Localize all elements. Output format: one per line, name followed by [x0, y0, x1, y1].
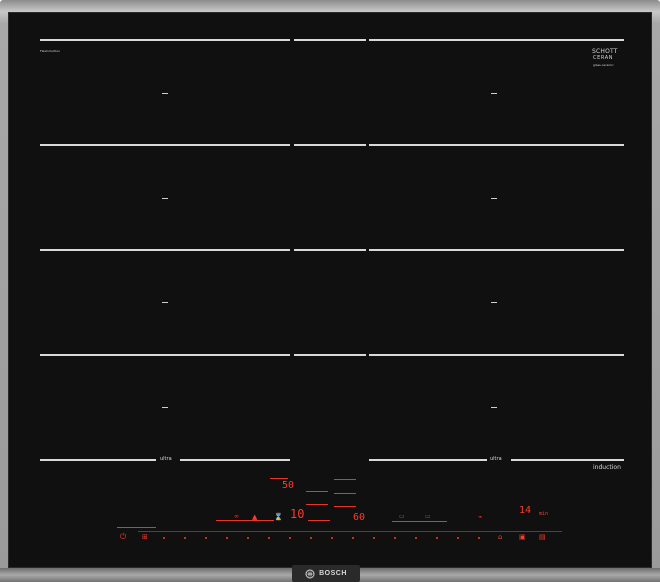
control-row-line-center: [308, 520, 330, 521]
slider-step[interactable]: [226, 537, 228, 539]
power-button[interactable]: ⏻: [120, 533, 126, 541]
ceran-brand-label: CERAN: [593, 55, 614, 61]
zone-icon-6[interactable]: ▭: [399, 513, 405, 521]
slider-step[interactable]: [331, 537, 333, 539]
slider-step[interactable]: [205, 537, 207, 539]
zone-line-center-3: [294, 249, 366, 251]
slider-rail-left[interactable]: [117, 527, 156, 528]
slider-step[interactable]: [268, 537, 270, 539]
slider-step[interactable]: [247, 537, 249, 539]
zone-mark-right-4: [491, 407, 497, 408]
zone-icon-2[interactable]: ⌁: [478, 513, 482, 521]
control-indicator-line-2: [334, 479, 356, 480]
slider-step[interactable]: [436, 537, 438, 539]
control-row-line-left: [216, 520, 274, 521]
lock-icon: ▣: [519, 533, 526, 541]
zone-mark-left-3: [162, 302, 168, 303]
zone-line-left-2: [40, 144, 290, 146]
power-icon: ⏻: [120, 532, 127, 541]
secondary-level-display: 60: [353, 512, 366, 523]
zone-line-left-5a: [40, 459, 156, 461]
child-lock-button[interactable]: ▣: [519, 533, 526, 541]
bosch-wordmark: BOSCH: [319, 570, 347, 577]
zone-mark-right-3: [491, 302, 497, 303]
control-indicator-line-3: [306, 491, 328, 492]
control-indicator-line-1: [270, 478, 288, 479]
zone-mark-left-2: [162, 198, 168, 199]
zone-line-left-3: [40, 249, 290, 251]
zone-line-right-4: [369, 354, 624, 356]
power-level-display: 10: [290, 507, 305, 521]
glass-ceramic-label: glass-ceramic: [593, 63, 614, 67]
slider-step[interactable]: [415, 537, 417, 539]
zone-line-right-3: [369, 249, 624, 251]
slider-step[interactable]: [478, 537, 480, 539]
zone-icon-4[interactable]: ⌛: [274, 513, 283, 521]
slider-step[interactable]: [394, 537, 396, 539]
zone-icon-5[interactable]: ∞: [234, 513, 239, 521]
control-indicator-line-4: [334, 493, 356, 494]
ceramic-glass-surface: FlexInduction SCHOTT CERAN glass-ceramic…: [8, 12, 652, 568]
zone-line-right-1: [369, 39, 624, 41]
zone-line-center-1: [294, 39, 366, 41]
zone-mark-right-2: [491, 198, 497, 199]
flexinduction-label: FlexInduction: [40, 49, 61, 53]
control-row-line-right: [392, 521, 447, 522]
right-timer-display: 14: [519, 505, 532, 516]
zone-line-right-5a: [369, 459, 487, 461]
timer-top-display: 50: [282, 480, 295, 491]
timer-button[interactable]: ⌂: [498, 533, 502, 541]
zone-line-left-1: [40, 39, 290, 41]
zone-line-center-4: [294, 354, 366, 356]
zone-badge-left: ultra: [160, 456, 172, 462]
slider-step[interactable]: [352, 537, 354, 539]
zone-line-left-4: [40, 354, 290, 356]
zone-line-left-5b: [180, 459, 290, 461]
control-indicator-line-6: [334, 506, 356, 507]
zone-line-center-2: [294, 144, 366, 146]
zone-icon-1[interactable]: ▭: [425, 513, 431, 521]
zone-badge-right: ultra: [490, 456, 502, 462]
zone-mark-right-1: [491, 93, 497, 94]
wipe-protect-button[interactable]: ▤: [539, 533, 546, 541]
schott-brand-label: SCHOTT: [592, 48, 618, 55]
slider-step[interactable]: [310, 537, 312, 539]
zone-line-right-5b: [511, 459, 624, 461]
slider-step[interactable]: [457, 537, 459, 539]
slider-step[interactable]: [289, 537, 291, 539]
slider-step[interactable]: [163, 537, 165, 539]
zone-icon-3[interactable]: ▲: [252, 513, 257, 521]
induction-label: induction: [593, 464, 621, 471]
control-indicator-line-5: [306, 504, 328, 505]
slider-step[interactable]: [184, 537, 186, 539]
zone-mark-left-4: [162, 407, 168, 408]
right-timer-unit: min: [539, 511, 549, 517]
slider-rail-main[interactable]: [138, 531, 562, 532]
slider-step[interactable]: [373, 537, 375, 539]
zone-mark-left-1: [162, 93, 168, 94]
zone-line-right-2: [369, 144, 624, 146]
bosch-logo-icon: [305, 569, 315, 578]
bosch-logo: BOSCH: [292, 565, 360, 582]
zone-select-button[interactable]: ⊞: [142, 533, 148, 541]
